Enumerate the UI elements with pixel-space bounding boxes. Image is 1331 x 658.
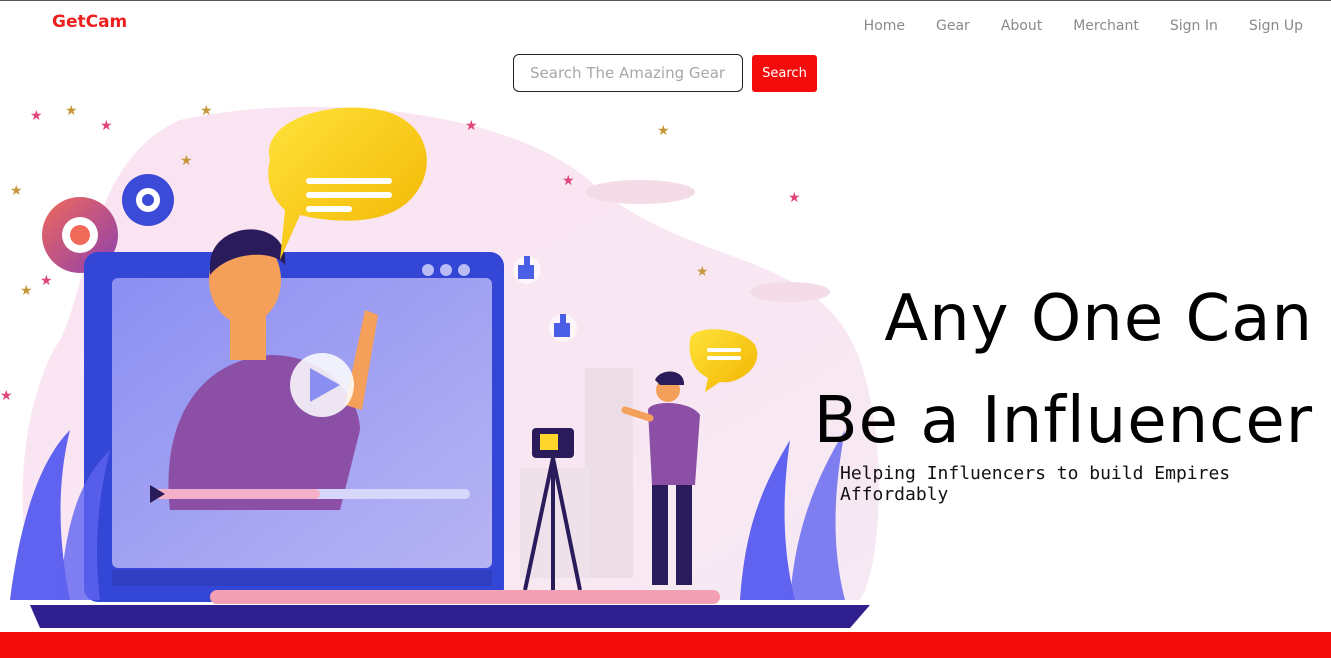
svg-text:★: ★ [20, 283, 33, 299]
svg-text:★: ★ [200, 103, 213, 119]
hero-headline-line2: Be a Influencer [813, 384, 1313, 458]
gear-icon [122, 174, 174, 226]
hero-illustration: ★ ★ ★ ★ ★ ★ ★ ★ ★ ★ ★ ★ ★ ★ [0, 103, 879, 628]
top-border [0, 0, 1331, 1]
svg-text:★: ★ [696, 264, 709, 280]
building-shape [585, 368, 633, 578]
svg-text:★: ★ [30, 108, 43, 124]
svg-text:★: ★ [40, 273, 53, 289]
nav-home[interactable]: Home [864, 18, 905, 34]
svg-text:★: ★ [180, 153, 193, 169]
search-bar: Search [513, 54, 817, 92]
thumbs-up-icon [549, 314, 577, 342]
svg-text:★: ★ [562, 173, 575, 189]
svg-text:★: ★ [10, 183, 23, 199]
laptop-base [30, 605, 870, 628]
svg-text:★: ★ [65, 103, 78, 119]
search-input[interactable] [513, 54, 743, 92]
hero-headline-line1: Any One Can [884, 282, 1313, 356]
nav-gear[interactable]: Gear [936, 18, 970, 34]
nav-merchant[interactable]: Merchant [1073, 18, 1139, 34]
main-nav: Home Gear About Merchant Sign In Sign Up [864, 18, 1303, 34]
hero-headline: Any One Can Be a Influencer [814, 268, 1313, 472]
svg-text:★: ★ [0, 388, 13, 404]
svg-text:★: ★ [465, 118, 478, 134]
svg-text:★: ★ [788, 190, 801, 206]
brand-logo[interactable]: GetCam [52, 12, 127, 32]
nav-sign-in[interactable]: Sign In [1170, 18, 1218, 34]
floor-strip [210, 590, 720, 604]
svg-text:★: ★ [657, 123, 670, 139]
video-progress-fill [150, 489, 320, 499]
hero-subheadline: Helping Influencers to build Empires Aff… [840, 463, 1231, 505]
svg-text:★: ★ [100, 118, 113, 134]
footer-red-bar [0, 632, 1331, 658]
thumbs-up-icon [513, 256, 541, 284]
search-button[interactable]: Search [752, 54, 817, 92]
nav-about[interactable]: About [1001, 18, 1042, 34]
nav-sign-up[interactable]: Sign Up [1249, 18, 1303, 34]
cloud-shape [585, 180, 695, 204]
